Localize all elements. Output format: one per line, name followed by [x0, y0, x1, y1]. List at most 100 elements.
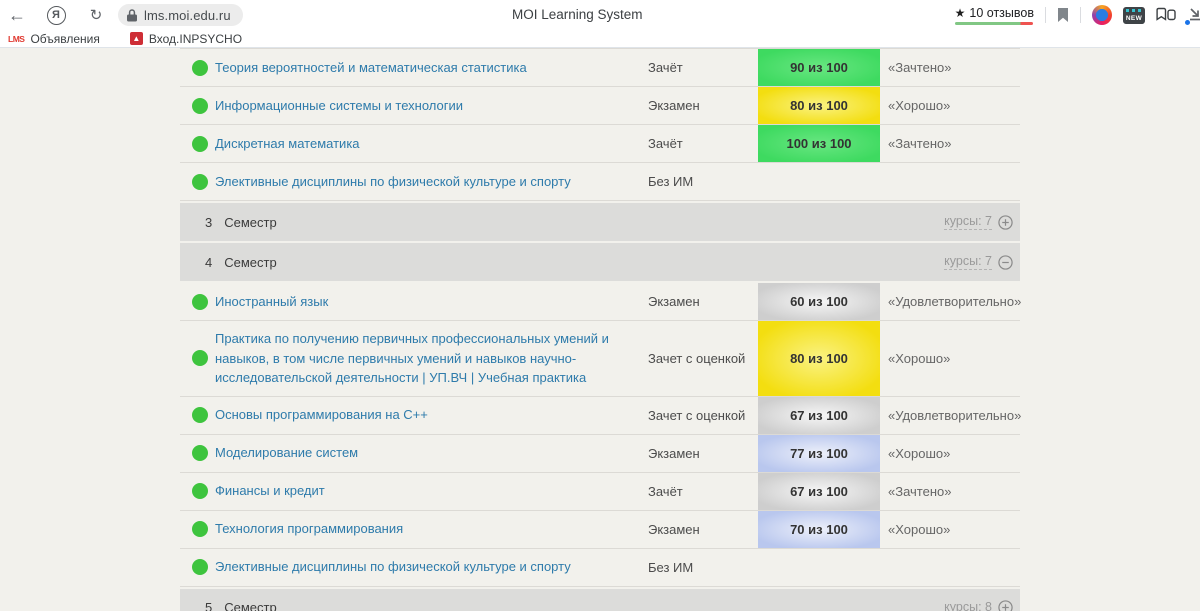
semester-courses-link[interactable]: курсы: 8	[944, 600, 992, 611]
extension-collections-icon	[1156, 7, 1177, 23]
status-dot-cell	[180, 445, 215, 461]
status-dot-cell	[180, 407, 215, 423]
bookmark-item-inpsycho[interactable]: ▲ Вход.INPSYCHO	[130, 32, 242, 46]
course-row: Моделирование систем Экзамен 77 из 100 «…	[180, 435, 1020, 473]
yandex-home-button[interactable]: Я	[44, 3, 68, 27]
semester-number: 4	[205, 255, 212, 270]
extension-new-icon: NEW	[1123, 7, 1145, 24]
score-badge: 100 из 100	[758, 125, 880, 162]
grades-table: Теория вероятностей и математическая ста…	[180, 48, 1020, 611]
expand-toggle-icon[interactable]	[998, 215, 1013, 230]
course-status-dot	[192, 136, 208, 152]
course-link[interactable]: Теория вероятностей и математическая ста…	[215, 60, 527, 75]
course-title-cell: Элективные дисциплины по физической куль…	[215, 164, 648, 200]
toolbar-right: ★ 10 отзывов NEW	[955, 0, 1200, 30]
course-link[interactable]: Информационные системы и технологии	[215, 98, 463, 113]
semester-row-right: курсы: 7	[944, 254, 1020, 270]
course-row: Практика по получению первичных професси…	[180, 321, 1020, 397]
course-link[interactable]: Моделирование систем	[215, 445, 358, 460]
grade-label: «Хорошо»	[880, 446, 1020, 461]
url-text: lms.moi.edu.ru	[144, 8, 231, 23]
semester-row: 3 Семестр курсы: 7	[180, 203, 1020, 241]
assessment-type-label: Экзамен	[648, 98, 758, 113]
status-dot-cell	[180, 559, 215, 575]
status-dot-cell	[180, 294, 215, 310]
bookmark-item-lms[interactable]: LMS Объявления	[8, 32, 100, 46]
course-link[interactable]: Элективные дисциплины по физической куль…	[215, 559, 571, 574]
course-status-dot	[192, 559, 208, 575]
course-title-cell: Теория вероятностей и математическая ста…	[215, 50, 648, 86]
course-link[interactable]: Основы программирования на C++	[215, 407, 428, 422]
score-badge: 90 из 100	[758, 49, 880, 86]
semester-courses-link[interactable]: курсы: 7	[944, 214, 992, 230]
course-row: Элективные дисциплины по физической куль…	[180, 163, 1020, 201]
address-bar[interactable]: lms.moi.edu.ru	[118, 4, 243, 26]
semester-number: 3	[205, 215, 212, 230]
downloads-button[interactable]	[1188, 4, 1200, 26]
course-link[interactable]: Технология программирования	[215, 521, 403, 536]
assessment-type-label: Без ИМ	[648, 560, 758, 575]
semester-row: 5 Семестр курсы: 8	[180, 589, 1020, 611]
course-link[interactable]: Финансы и кредит	[215, 483, 325, 498]
rating-bar	[955, 22, 1033, 25]
course-link[interactable]: Дискретная математика	[215, 136, 360, 151]
course-status-dot	[192, 445, 208, 461]
score-text: 100 из 100	[786, 136, 851, 151]
score-text: 77 из 100	[790, 446, 848, 461]
semester-number: 5	[205, 600, 212, 611]
course-title-cell: Иностранный язык	[215, 284, 648, 320]
expand-toggle-icon[interactable]	[998, 255, 1013, 270]
score-badge: 67 из 100	[758, 473, 880, 510]
score-badge	[758, 549, 880, 586]
semester-row: 4 Семестр курсы: 7	[180, 243, 1020, 281]
assessment-type-label: Зачёт	[648, 60, 758, 75]
extension-collections-button[interactable]	[1156, 7, 1177, 23]
course-title-cell: Финансы и кредит	[215, 473, 648, 509]
grade-label: «Зачтено»	[880, 136, 1020, 151]
semester-courses-link[interactable]: курсы: 7	[944, 254, 992, 270]
score-badge: 80 из 100	[758, 87, 880, 124]
score-badge: 80 из 100	[758, 321, 880, 396]
course-status-dot	[192, 60, 208, 76]
course-link[interactable]: Элективные дисциплины по физической куль…	[215, 174, 571, 189]
semester-row-right: курсы: 8	[944, 600, 1020, 611]
score-badge: 77 из 100	[758, 435, 880, 472]
course-row: Финансы и кредит Зачёт 67 из 100 «Зачтен…	[180, 473, 1020, 511]
assessment-type-label: Зачёт	[648, 484, 758, 499]
course-link[interactable]: Практика по получению первичных професси…	[215, 331, 609, 385]
status-dot-cell	[180, 98, 215, 114]
extension-new-badge-button[interactable]: NEW	[1123, 7, 1145, 24]
status-dot-cell	[180, 350, 215, 366]
grade-label: «Удовлетворительно»	[880, 408, 1020, 423]
assessment-type-label: Зачет с оценкой	[648, 408, 758, 423]
bookmark-flag-button[interactable]	[1057, 8, 1069, 23]
course-title-cell: Основы программирования на C++	[215, 397, 648, 433]
refresh-button[interactable]: ↻	[84, 3, 108, 27]
course-row: Информационные системы и технологии Экза…	[180, 87, 1020, 125]
status-dot-cell	[180, 136, 215, 152]
course-row: Основы программирования на C++ Зачет с о…	[180, 397, 1020, 435]
lock-icon	[127, 9, 137, 22]
status-dot-cell	[180, 174, 215, 190]
score-text: 70 из 100	[790, 522, 848, 537]
course-row: Элективные дисциплины по физической куль…	[180, 549, 1020, 587]
site-rating-widget[interactable]: ★ 10 отзывов	[955, 6, 1034, 25]
course-row: Технология программирования Экзамен 70 и…	[180, 511, 1020, 549]
score-text: 67 из 100	[790, 408, 848, 423]
extension-color-circle-button[interactable]	[1092, 5, 1112, 25]
score-badge	[758, 163, 880, 200]
back-button[interactable]: ←	[5, 3, 29, 27]
course-link[interactable]: Иностранный язык	[215, 294, 328, 309]
course-status-dot	[192, 407, 208, 423]
grade-label: «Зачтено»	[880, 60, 1020, 75]
divider	[1080, 7, 1081, 23]
assessment-type-label: Зачет с оценкой	[648, 351, 758, 366]
course-title-cell: Информационные системы и технологии	[215, 88, 648, 124]
course-title-cell: Дискретная математика	[215, 126, 648, 162]
course-title-cell: Технология программирования	[215, 511, 648, 547]
expand-toggle-icon[interactable]	[998, 600, 1013, 611]
bookmark-label: Вход.INPSYCHO	[149, 32, 242, 46]
course-row: Теория вероятностей и математическая ста…	[180, 49, 1020, 87]
yandex-logo-icon: Я	[47, 6, 66, 25]
bookmarks-bar: LMS Объявления ▲ Вход.INPSYCHO	[0, 30, 1200, 48]
